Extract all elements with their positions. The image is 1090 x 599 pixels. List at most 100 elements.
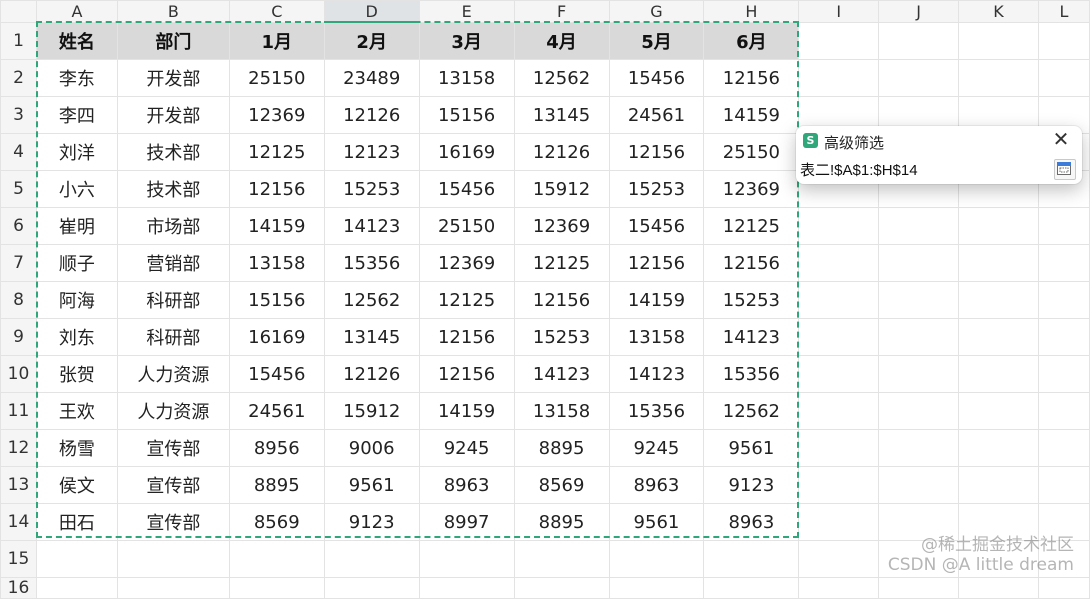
empty-cell[interactable] [323, 540, 420, 578]
empty-cell[interactable] [703, 540, 800, 578]
empty-cell[interactable] [878, 244, 960, 282]
table-cell[interactable]: 8956 [228, 429, 325, 467]
empty-cell[interactable] [878, 540, 960, 578]
column-header-a[interactable]: A [35, 0, 118, 23]
empty-cell[interactable] [1037, 59, 1090, 97]
table-cell[interactable]: 12369 [228, 96, 325, 134]
empty-cell[interactable] [798, 21, 880, 60]
table-cell[interactable]: 15912 [513, 170, 610, 208]
empty-cell[interactable] [608, 540, 705, 578]
row-header[interactable]: 11 [0, 392, 37, 430]
table-cell[interactable]: 12156 [228, 170, 325, 208]
table-cell[interactable]: 15356 [703, 355, 800, 393]
table-cell[interactable]: 9123 [323, 503, 420, 541]
table-cell[interactable]: 侯文 [35, 466, 118, 504]
table-cell[interactable]: 8963 [703, 503, 800, 541]
table-cell[interactable]: 25150 [228, 59, 325, 97]
empty-cell[interactable] [1037, 392, 1090, 430]
empty-cell[interactable] [703, 577, 800, 599]
empty-cell[interactable] [1037, 281, 1090, 319]
dialog-title-bar[interactable]: S 高级筛选 ✕ [796, 126, 1082, 156]
table-header-cell[interactable]: 姓名 [35, 21, 118, 60]
empty-cell[interactable] [228, 540, 325, 578]
table-cell[interactable]: 23489 [323, 59, 420, 97]
row-header[interactable]: 5 [0, 170, 37, 208]
empty-cell[interactable] [958, 21, 1039, 60]
empty-cell[interactable] [958, 59, 1039, 97]
table-cell[interactable]: 12123 [323, 133, 420, 171]
table-cell[interactable]: 15253 [608, 170, 705, 208]
table-cell[interactable]: 田石 [35, 503, 118, 541]
select-all-corner[interactable] [0, 0, 37, 23]
table-cell[interactable]: 13158 [513, 392, 610, 430]
empty-cell[interactable] [35, 540, 118, 578]
table-cell[interactable]: 科研部 [116, 281, 230, 319]
empty-cell[interactable] [878, 466, 960, 504]
table-cell[interactable]: 12562 [703, 392, 800, 430]
table-cell[interactable]: 9245 [418, 429, 515, 467]
empty-cell[interactable] [878, 503, 960, 541]
row-header[interactable]: 14 [0, 503, 37, 541]
empty-cell[interactable] [878, 281, 960, 319]
table-cell[interactable]: 15912 [323, 392, 420, 430]
empty-cell[interactable] [798, 207, 880, 245]
column-header-f[interactable]: F [513, 0, 610, 23]
table-cell[interactable]: 9006 [323, 429, 420, 467]
table-cell[interactable]: 营销部 [116, 244, 230, 282]
empty-cell[interactable] [35, 577, 118, 599]
empty-cell[interactable] [798, 281, 880, 319]
table-cell[interactable]: 14159 [703, 96, 800, 134]
table-cell[interactable]: 16169 [418, 133, 515, 171]
table-cell[interactable]: 开发部 [116, 96, 230, 134]
table-cell[interactable]: 15156 [418, 96, 515, 134]
empty-cell[interactable] [513, 540, 610, 578]
table-cell[interactable]: 14123 [703, 318, 800, 356]
empty-cell[interactable] [958, 318, 1039, 356]
table-cell[interactable]: 市场部 [116, 207, 230, 245]
column-header-j[interactable]: J [878, 0, 960, 23]
table-cell[interactable]: 8963 [418, 466, 515, 504]
table-cell[interactable]: 15356 [323, 244, 420, 282]
table-cell[interactable]: 刘东 [35, 318, 118, 356]
table-cell[interactable]: 13145 [513, 96, 610, 134]
empty-cell[interactable] [1037, 207, 1090, 245]
row-header[interactable]: 15 [0, 540, 37, 578]
table-cell[interactable]: 12369 [703, 170, 800, 208]
table-cell[interactable]: 14123 [608, 355, 705, 393]
table-cell[interactable]: 15156 [228, 281, 325, 319]
row-header[interactable]: 1 [0, 21, 37, 60]
empty-cell[interactable] [1037, 540, 1090, 578]
column-header-d[interactable]: D [323, 0, 420, 23]
table-cell[interactable]: 张贺 [35, 355, 118, 393]
column-header-i[interactable]: I [798, 0, 880, 23]
empty-cell[interactable] [798, 244, 880, 282]
table-cell[interactable]: 9561 [703, 429, 800, 467]
table-cell[interactable]: 13158 [608, 318, 705, 356]
table-cell[interactable]: 12125 [418, 281, 515, 319]
table-cell[interactable]: 科研部 [116, 318, 230, 356]
table-cell[interactable]: 8963 [608, 466, 705, 504]
table-cell[interactable]: 人力资源 [116, 355, 230, 393]
empty-cell[interactable] [958, 355, 1039, 393]
close-icon[interactable]: ✕ [1050, 129, 1072, 151]
table-cell[interactable]: 12562 [513, 59, 610, 97]
table-cell[interactable]: 9123 [703, 466, 800, 504]
column-header-e[interactable]: E [418, 0, 515, 23]
table-cell[interactable]: 9561 [608, 503, 705, 541]
empty-cell[interactable] [1037, 244, 1090, 282]
empty-cell[interactable] [798, 392, 880, 430]
row-header[interactable]: 2 [0, 59, 37, 97]
row-header[interactable]: 9 [0, 318, 37, 356]
empty-cell[interactable] [958, 244, 1039, 282]
empty-cell[interactable] [1037, 577, 1090, 599]
empty-cell[interactable] [418, 540, 515, 578]
empty-cell[interactable] [878, 318, 960, 356]
table-cell[interactable]: 12126 [323, 355, 420, 393]
table-cell[interactable]: 王欢 [35, 392, 118, 430]
table-cell[interactable]: 阿海 [35, 281, 118, 319]
row-header[interactable]: 8 [0, 281, 37, 319]
table-cell[interactable]: 13145 [323, 318, 420, 356]
empty-cell[interactable] [958, 429, 1039, 467]
empty-cell[interactable] [798, 355, 880, 393]
row-header[interactable]: 12 [0, 429, 37, 467]
